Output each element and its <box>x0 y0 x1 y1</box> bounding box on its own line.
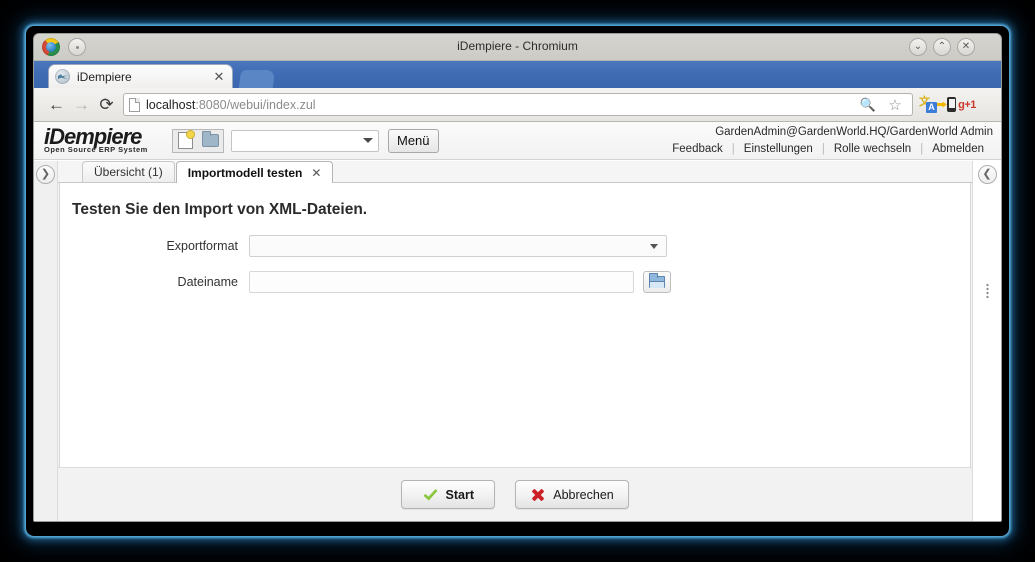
chevron-down-icon <box>363 138 373 143</box>
google-plus-one-icon[interactable]: g+1 <box>957 95 977 115</box>
browser-tab[interactable]: iDempiere ✕ <box>48 64 233 88</box>
page-info-icon[interactable] <box>129 97 140 112</box>
omnibox-icons: 🔍 ☆ <box>858 95 907 115</box>
send-to-phone-icon[interactable] <box>937 96 957 113</box>
window-title: iDempiere - Chromium <box>457 39 578 53</box>
app-body: ❯ Übersicht (1) Importmodell testen ✕ Te <box>34 161 1001 521</box>
idempiere-header: iDempiere Open Source ERP System Menü Ga… <box>34 122 1001 160</box>
desktop-background: iDempiere - Chromium ⌄ ⌃ ✕ iDempiere ✕ ←… <box>0 0 1035 562</box>
open-folder-icon <box>649 273 665 288</box>
window-maximize-button[interactable]: ⌃ <box>933 38 951 56</box>
link-feedback[interactable]: Feedback <box>663 143 732 155</box>
page-viewport: iDempiere Open Source ERP System Menü Ga… <box>34 122 1001 521</box>
open-record-button[interactable] <box>198 130 223 152</box>
browser-tab-close-icon[interactable]: ✕ <box>212 70 226 83</box>
window-titlebar: iDempiere - Chromium ⌄ ⌃ ✕ <box>34 34 1001 61</box>
bookmark-star-icon[interactable]: ☆ <box>885 95 905 115</box>
logo-tagline: Open Source ERP System <box>44 145 148 154</box>
send-arrow-icon <box>937 101 947 108</box>
address-bar-url: localhost:8080/webui/index.zul <box>146 98 316 112</box>
forward-button[interactable]: → <box>69 92 94 117</box>
browser-toolbar: ← → ⟳ localhost:8080/webui/index.zul 🔍 ☆… <box>34 88 1001 122</box>
link-change-role[interactable]: Rolle wechseln <box>825 143 920 155</box>
red-x-icon <box>530 487 546 502</box>
cancel-button-label: Abbrechen <box>553 487 614 502</box>
idempiere-logo[interactable]: iDempiere Open Source ERP System <box>44 124 166 154</box>
header-user-area: GardenAdmin@GardenWorld.HQ/GardenWorld A… <box>663 124 993 157</box>
form-row-exportformat: Exportformat <box>60 235 970 257</box>
address-bar[interactable]: localhost:8080/webui/index.zul 🔍 ☆ <box>123 93 913 116</box>
idempiere-favicon-icon <box>55 69 70 84</box>
phone-body-icon <box>947 96 956 112</box>
tab-label: Importmodell testen <box>187 165 303 180</box>
new-document-icon <box>178 130 195 149</box>
panel-splitter-grip[interactable] <box>986 283 989 299</box>
green-check-icon <box>423 488 439 502</box>
collapse-right-panel-button[interactable]: ❮ <box>977 165 997 184</box>
left-rail: ❯ <box>34 161 58 521</box>
form-footer: Start Abbrechen <box>58 467 972 521</box>
chrome-menu-icon[interactable] <box>977 95 991 115</box>
window-close-button[interactable]: ✕ <box>957 38 975 56</box>
tab-uebersicht[interactable]: Übersicht (1) <box>82 161 175 182</box>
new-record-button[interactable] <box>173 130 198 152</box>
start-button[interactable]: Start <box>401 480 496 509</box>
exportformat-combobox[interactable] <box>249 235 667 257</box>
browser-tabstrip: iDempiere ✕ <box>34 61 1001 88</box>
menu-button[interactable]: Menü <box>388 128 439 153</box>
current-user-label: GardenAdmin@GardenWorld.HQ/GardenWorld A… <box>715 126 993 138</box>
browse-file-button[interactable] <box>643 271 671 293</box>
translate-glyph-target: A <box>926 101 937 113</box>
tab-close-icon[interactable]: ✕ <box>311 166 321 180</box>
logo-wordmark: iDempiere <box>44 124 142 149</box>
form-heading: Testen Sie den Import von XML-Dateien. <box>72 201 368 218</box>
browser-tab-title: iDempiere <box>77 69 132 84</box>
import-test-form-panel: Testen Sie den Import von XML-Dateien. E… <box>59 183 971 467</box>
address-bar-host: localhost <box>146 97 196 112</box>
link-logout[interactable]: Abmelden <box>923 143 993 155</box>
reload-button[interactable]: ⟳ <box>94 92 119 117</box>
folder-icon <box>202 131 219 147</box>
cancel-button[interactable]: Abbrechen <box>515 480 629 509</box>
header-icon-group <box>172 128 224 153</box>
tab-label: Übersicht (1) <box>94 165 163 179</box>
tab-importmodell-testen[interactable]: Importmodell testen ✕ <box>175 161 334 183</box>
window-minimize-button[interactable]: ⌄ <box>909 38 927 56</box>
label-dateiname: Dateiname <box>177 275 238 289</box>
form-row-dateiname: Dateiname <box>60 271 970 293</box>
center-column: Übersicht (1) Importmodell testen ✕ Test… <box>58 161 972 521</box>
translate-icon[interactable]: 文 A <box>919 96 937 113</box>
expand-left-panel-button[interactable]: ❯ <box>36 165 55 184</box>
new-tab-button[interactable] <box>238 70 276 88</box>
start-button-label: Start <box>445 487 474 502</box>
dateiname-input[interactable] <box>249 271 634 293</box>
label-exportformat: Exportformat <box>166 239 238 253</box>
browser-window: iDempiere - Chromium ⌄ ⌃ ✕ iDempiere ✕ ←… <box>33 33 1002 522</box>
right-rail: ❮ <box>972 161 1001 521</box>
header-links: Feedback | Einstellungen | Rolle wechseln | Ab… <box>663 141 993 157</box>
back-button[interactable]: ← <box>44 92 69 117</box>
zoom-icon[interactable]: 🔍 <box>858 95 878 115</box>
link-settings[interactable]: Einstellungen <box>735 143 822 155</box>
address-bar-path: :8080/webui/index.zul <box>195 97 316 112</box>
chevron-down-icon <box>650 243 658 249</box>
app-tabstrip: Übersicht (1) Importmodell testen ✕ <box>58 161 972 183</box>
header-search-combo[interactable] <box>231 129 379 152</box>
